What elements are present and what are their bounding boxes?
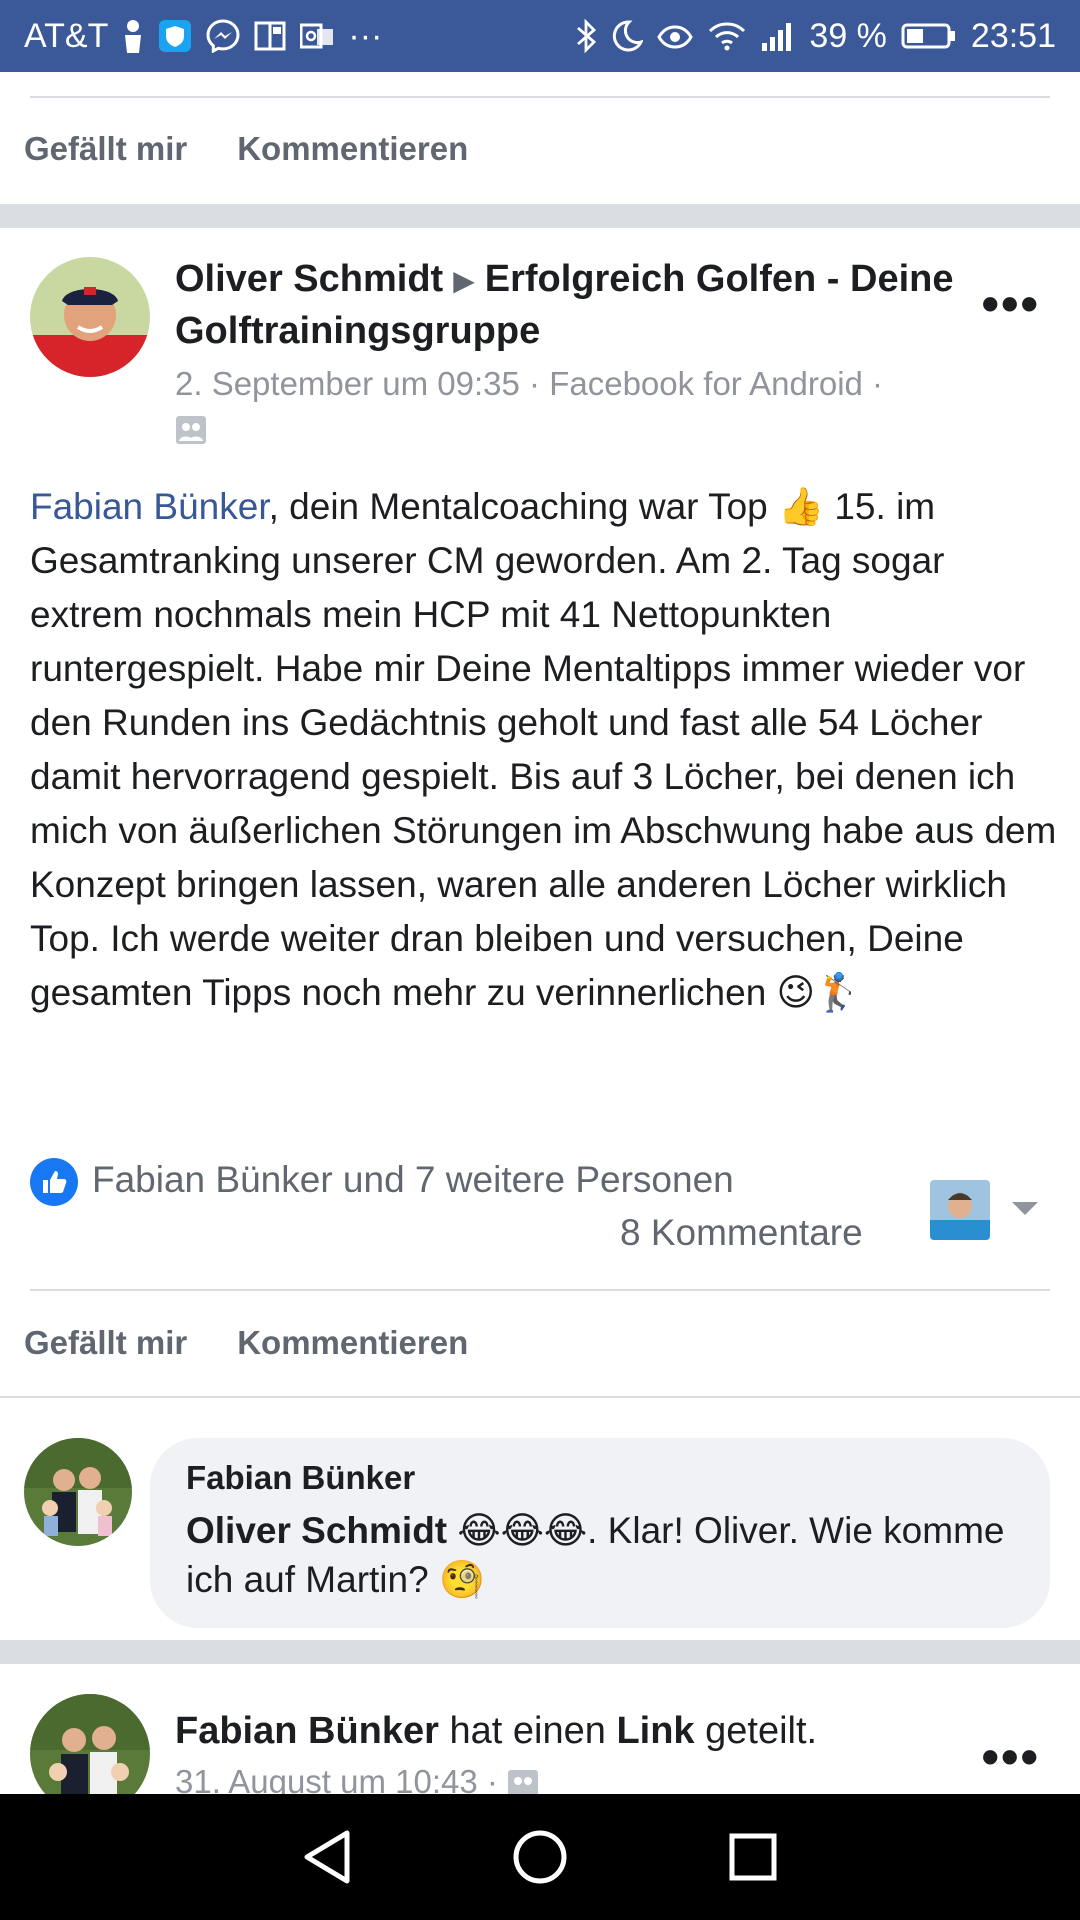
moon-icon <box>611 19 644 53</box>
post-body-text: , dein Mentalcoaching war Top 👍 15. im G… <box>30 486 1057 1013</box>
next-post-meta[interactable]: 31. August um 10:43 · <box>175 1759 975 1794</box>
caret-right-icon: ▶ <box>453 265 475 297</box>
like-button[interactable]: Gefällt mir <box>24 1324 187 1362</box>
chevron-down-icon[interactable] <box>1010 1200 1040 1223</box>
post-author-name[interactable]: Oliver Schmidt <box>175 258 443 300</box>
next-post-author-name[interactable]: Fabian Bünker <box>175 1710 439 1752</box>
reactions-row[interactable]: Fabian Bünker und 7 weitere Personen <box>30 1158 1050 1206</box>
news-icon <box>254 20 286 52</box>
divider <box>30 96 1050 98</box>
commenter-avatar-thumbnail[interactable] <box>930 1180 990 1240</box>
comment-author-name[interactable]: Fabian Bünker <box>186 1456 1014 1500</box>
like-reaction-icon <box>30 1158 78 1206</box>
comment-button[interactable]: Kommentieren <box>237 130 468 168</box>
more-dots-icon: ··· <box>348 16 383 55</box>
news-feed[interactable]: Gefällt mir Kommentieren Oliver Schmidt ▶… <box>0 72 1080 1794</box>
comment-bubble[interactable]: Fabian Bünker Oliver Schmidt 😂😂😂. Klar! … <box>150 1438 1050 1628</box>
next-post-link-word: Link <box>616 1710 695 1752</box>
next-post-header: Fabian Bünker hat einen Link geteilt. 31… <box>175 1706 975 1794</box>
feed-separator <box>0 1640 1080 1664</box>
bluetooth-icon <box>575 18 597 54</box>
post-mention-link[interactable]: Fabian Bünker <box>30 486 269 527</box>
author-avatar[interactable] <box>30 257 150 377</box>
comment-mention[interactable]: Oliver Schmidt <box>186 1510 447 1551</box>
shield-icon <box>158 19 192 53</box>
post-meta[interactable]: 2. September um 09:35 · Facebook for And… <box>175 361 975 407</box>
post-header: Oliver Schmidt ▶ Erfolgreich Golfen - Dein… <box>175 254 975 450</box>
divider <box>30 1289 1050 1291</box>
wifi-icon <box>707 20 747 52</box>
divider <box>0 1396 1080 1398</box>
like-button[interactable]: Gefällt mir <box>24 130 187 168</box>
next-post-more-button[interactable]: ••• <box>981 1732 1040 1782</box>
next-post-author-avatar[interactable] <box>30 1694 150 1794</box>
messenger-icon <box>206 19 240 53</box>
person-icon <box>122 19 144 53</box>
group-audience-icon <box>507 1763 539 1794</box>
carrier-label: AT&T <box>24 16 109 55</box>
comments-count[interactable]: 8 Kommentare <box>620 1212 920 1254</box>
status-bar: AT&T ··· 39 % 23:51 <box>0 0 1080 72</box>
android-nav-bar <box>0 1794 1080 1920</box>
post-actions: Gefällt mir Kommentieren <box>0 1308 1080 1378</box>
prev-post-actions: Gefällt mir Kommentieren <box>0 114 1080 184</box>
recents-button[interactable] <box>703 1807 803 1907</box>
next-post-action-text: hat einen <box>438 1710 617 1752</box>
back-button[interactable] <box>277 1807 377 1907</box>
battery-icon <box>901 22 957 50</box>
eye-icon <box>657 21 694 51</box>
comment-button[interactable]: Kommentieren <box>237 1324 468 1362</box>
outlook-icon <box>300 21 334 51</box>
next-post-action-suffix: geteilt. <box>694 1710 818 1752</box>
group-audience-icon <box>175 415 207 450</box>
home-button[interactable] <box>490 1807 590 1907</box>
comment-text: Oliver Schmidt 😂😂😂. Klar! Oliver. Wie ko… <box>186 1506 1014 1604</box>
battery-percent: 39 % <box>809 16 887 55</box>
clock: 23:51 <box>970 16 1056 55</box>
reactions-text[interactable]: Fabian Bünker und 7 weitere Personen <box>92 1159 734 1200</box>
feed-separator <box>0 204 1080 228</box>
signal-icon <box>761 21 795 51</box>
next-post-meta-text: 31. August um 10:43 · <box>175 1763 498 1794</box>
post-body: Fabian Bünker, dein Mentalcoaching war T… <box>30 480 1060 1020</box>
comment-author-avatar[interactable] <box>24 1438 132 1546</box>
post-more-button[interactable]: ••• <box>981 279 1040 329</box>
